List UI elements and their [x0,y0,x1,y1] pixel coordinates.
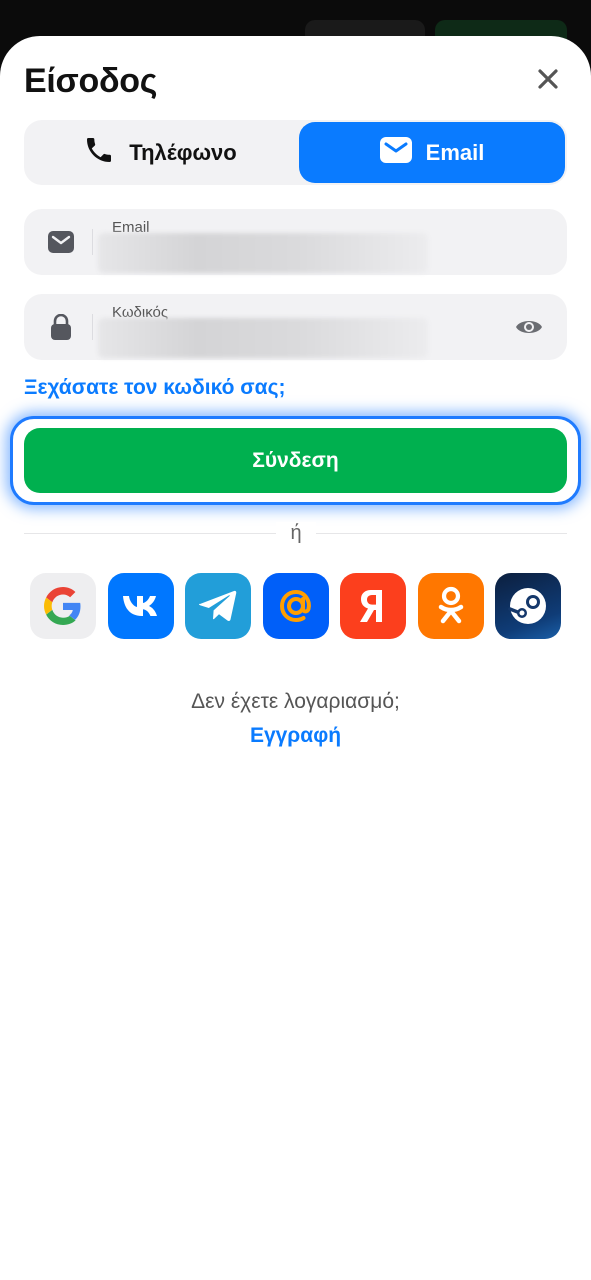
email-field[interactable]: Email [24,209,567,275]
phone-icon [83,134,115,172]
odnoklassniki-icon [438,586,464,624]
telegram-icon [198,590,237,622]
google-icon [44,587,81,625]
or-separator: ή [276,522,316,545]
mail-icon [379,136,412,169]
vk-icon [123,596,157,616]
forgot-password-link[interactable]: Ξεχάσατε τον κωδικό σας; [24,376,286,400]
close-icon[interactable] [533,64,563,94]
tab-email[interactable]: Email [299,122,565,183]
login-sheet: Είσοδος Τηλέφωνο Email Email Κωδικός Ξεχ… [0,36,591,1280]
mail-ru-login-button[interactable] [263,573,329,639]
show-password-icon[interactable] [515,314,543,340]
field-separator [92,229,93,255]
telegram-login-button[interactable] [185,573,251,639]
register-link[interactable]: Εγγραφή [0,724,591,748]
yandex-icon [360,590,382,622]
no-account-text: Δεν έχετε λογαριασμό; [191,690,400,713]
tab-email-label: Email [425,139,485,165]
google-login-button[interactable] [30,573,96,639]
password-value-redacted [98,318,428,358]
tab-phone[interactable]: Τηλέφωνο [26,122,294,183]
social-login-row [30,573,562,639]
tab-phone-label: Τηλέφωνο [129,139,237,165]
submit-focus-ring: Σύνδεση [10,416,581,505]
steam-icon [508,588,546,624]
login-button[interactable]: Σύνδεση [24,428,567,493]
steam-login-button[interactable] [495,573,561,639]
field-separator [92,314,93,340]
lock-icon [48,314,74,340]
password-field[interactable]: Κωδικός [24,294,567,360]
odnoklassniki-login-button[interactable] [418,573,484,639]
sheet-title: Είσοδος [24,62,158,100]
at-sign-icon [279,589,311,623]
vk-login-button[interactable] [108,573,174,639]
login-method-toggle: Τηλέφωνο Email [24,120,567,185]
yandex-login-button[interactable] [340,573,406,639]
mail-icon [48,229,74,255]
email-value-redacted [98,233,428,273]
